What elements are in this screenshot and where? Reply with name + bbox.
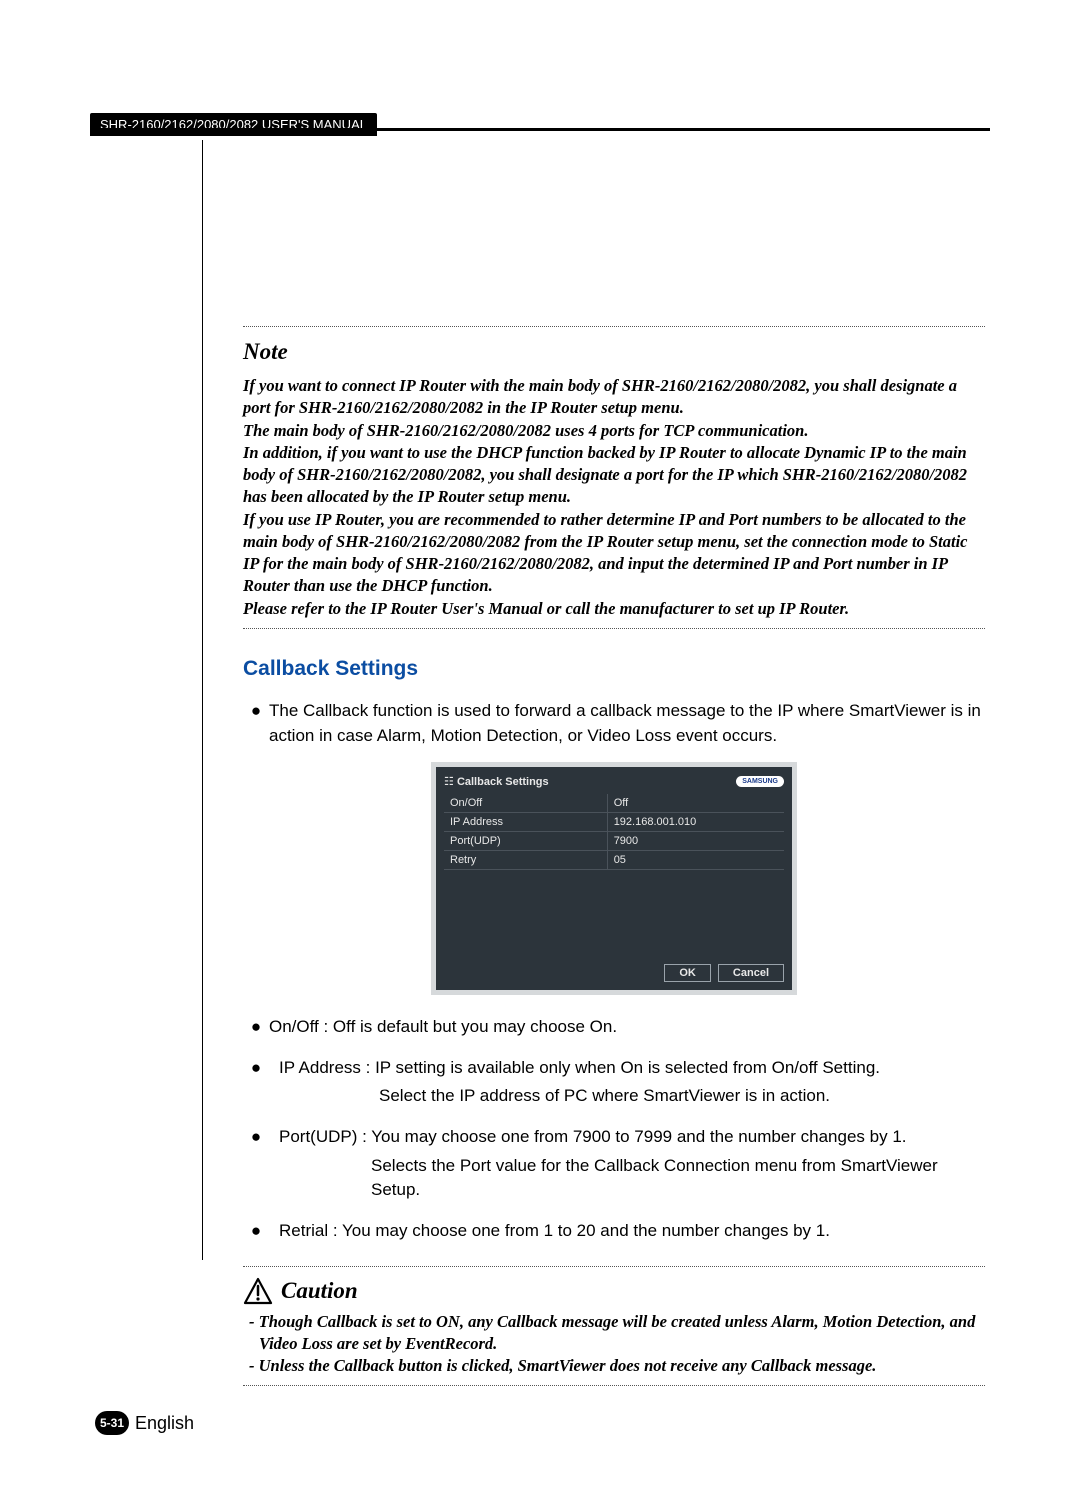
bullet-text: On/Off : Off is default but you may choo… [269, 1015, 985, 1040]
warning-icon [243, 1277, 273, 1305]
bullet-retrial: ● Retrial : You may choose one from 1 to… [243, 1219, 985, 1244]
row-value: 192.168.001.010 [607, 813, 784, 832]
note-divider-bottom [243, 628, 985, 629]
caution-heading: Caution [281, 1278, 358, 1304]
intro-text: The Callback function is used to forward… [269, 699, 985, 748]
caution-divider-bottom [243, 1385, 985, 1386]
header-tab: SHR-2160/2162/2080/2082 USER'S MANUAL [90, 113, 377, 136]
note-body: If you want to connect IP Router with th… [243, 375, 985, 620]
bullet-icon: ● [243, 1219, 269, 1244]
bullet-icon: ● [243, 1015, 269, 1040]
callback-dialog: ☷ Callback Settings SAMSUNG On/Off Off I… [431, 762, 797, 995]
intro-bullet: ● The Callback function is used to forwa… [243, 699, 985, 748]
bullet-icon: ● [243, 1056, 269, 1081]
ok-button[interactable]: OK [664, 964, 711, 982]
page-number-badge: 5-31 [95, 1411, 129, 1435]
row-label: Retry [444, 851, 607, 870]
dialog-icon: ☷ [444, 776, 454, 788]
samsung-logo: SAMSUNG [736, 776, 784, 787]
footer-language: English [135, 1413, 194, 1434]
row-label: On/Off [444, 794, 607, 813]
header-rule [90, 128, 990, 131]
note-divider-top [243, 326, 985, 327]
bullet-ip-cont: Select the IP address of PC where SmartV… [243, 1084, 985, 1109]
cancel-button[interactable]: Cancel [718, 964, 784, 982]
bullet-port-cont: Selects the Port value for the Callback … [243, 1154, 985, 1203]
row-value: Off [607, 794, 784, 813]
caution-item: - Though Callback is set to ON, any Call… [243, 1311, 985, 1356]
bullet-text: Retrial : You may choose one from 1 to 2… [269, 1219, 985, 1244]
row-label: Port(UDP) [444, 832, 607, 851]
table-row: Retry 05 [444, 851, 784, 870]
bullet-text: IP Address : IP setting is available onl… [269, 1056, 985, 1081]
bullet-text: Selects the Port value for the Callback … [269, 1154, 985, 1203]
bullet-port: ● Port(UDP) : You may choose one from 79… [243, 1125, 985, 1150]
bullet-text: Select the IP address of PC where SmartV… [269, 1084, 985, 1109]
note-heading: Note [243, 339, 985, 365]
row-label: IP Address [444, 813, 607, 832]
row-value: 05 [607, 851, 784, 870]
table-row: Port(UDP) 7900 [444, 832, 784, 851]
bullet-ip: ● IP Address : IP setting is available o… [243, 1056, 985, 1081]
section-heading: Callback Settings [243, 657, 985, 681]
dialog-title: Callback Settings [457, 776, 549, 788]
table-row: On/Off Off [444, 794, 784, 813]
table-row: IP Address 192.168.001.010 [444, 813, 784, 832]
bullet-onoff: ● On/Off : Off is default but you may ch… [243, 1015, 985, 1040]
caution-divider-top [243, 1266, 985, 1267]
row-value: 7900 [607, 832, 784, 851]
bullet-icon: ● [243, 1125, 269, 1150]
dialog-table: On/Off Off IP Address 192.168.001.010 Po… [444, 794, 784, 870]
caution-item: - Unless the Callback button is clicked,… [243, 1355, 985, 1377]
bullet-icon: ● [243, 699, 269, 748]
bullet-text: Port(UDP) : You may choose one from 7900… [269, 1125, 985, 1150]
